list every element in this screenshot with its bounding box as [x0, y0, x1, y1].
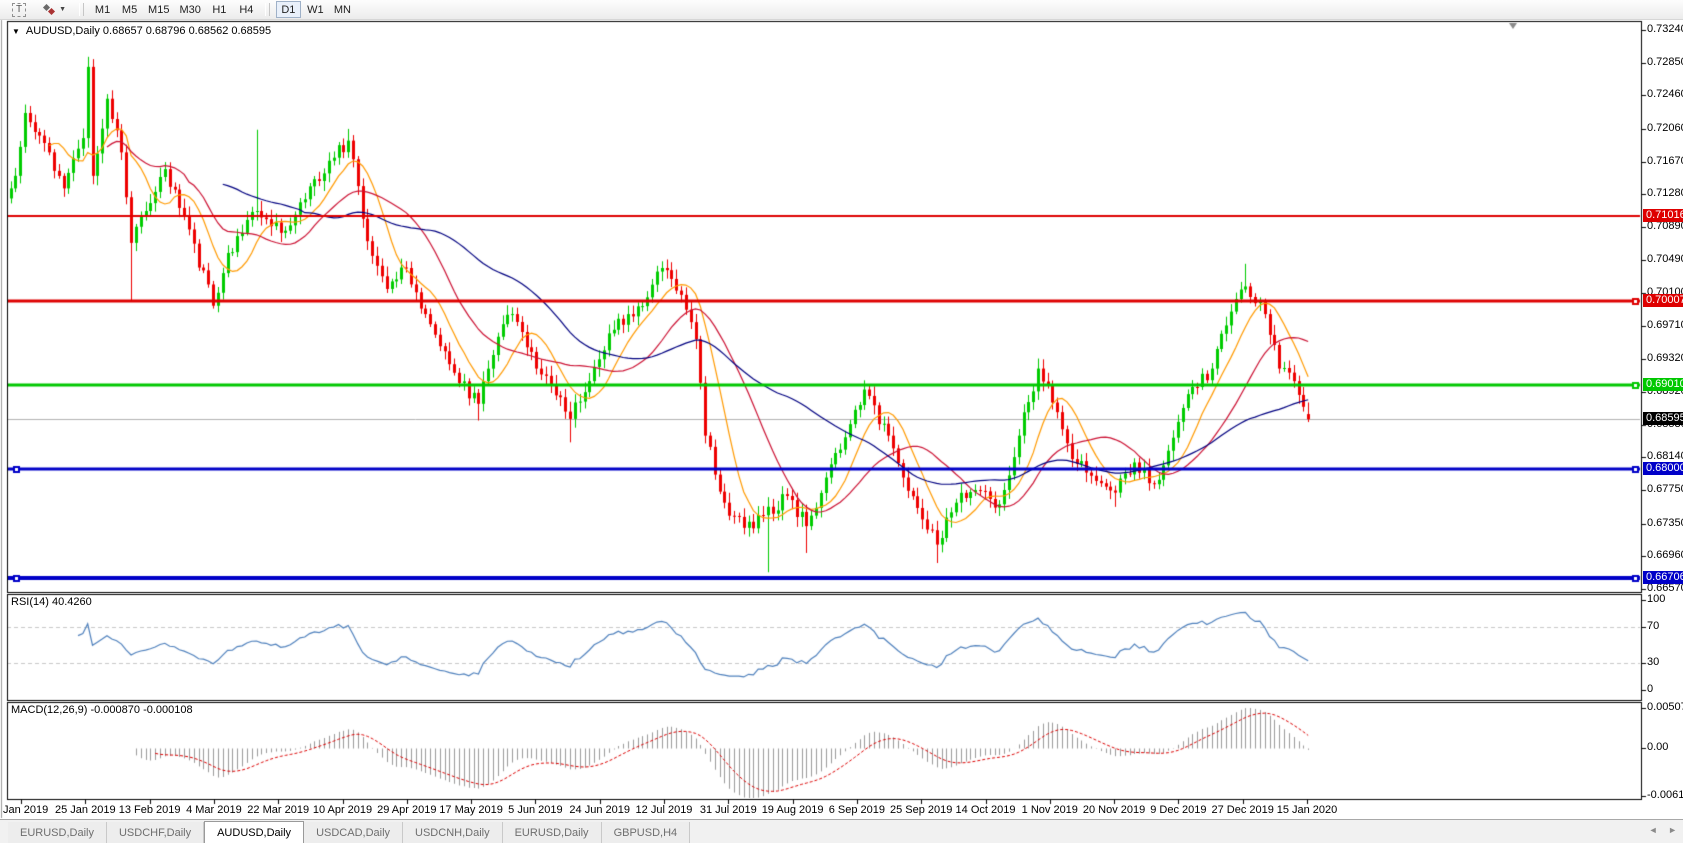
timeframe-button-W1[interactable]: W1 [303, 1, 328, 18]
shapes-icon [42, 4, 56, 16]
timeframe-button-MN[interactable]: MN [330, 1, 355, 18]
rsi-tick-label: 70 [1647, 620, 1659, 632]
chart-canvas[interactable] [0, 0, 1683, 843]
macd-tick-label: -0.006148 [1647, 789, 1683, 801]
price-tick-label: 0.72850 [1647, 56, 1683, 68]
chart-tab-eurusd-daily[interactable]: EURUSD,Daily [503, 822, 602, 843]
timeframe-button-M15[interactable]: M15 [144, 1, 173, 18]
timeframe-button-H1[interactable]: H1 [207, 1, 232, 18]
tab-scroll-left-button[interactable]: ◄ [1649, 825, 1658, 835]
timeframe-button-M1[interactable]: M1 [90, 1, 115, 18]
price-tick-label: 0.67350 [1647, 517, 1683, 529]
chart-tab-usdcad-daily[interactable]: USDCAD,Daily [304, 822, 403, 843]
price-tick-label: 0.71280 [1647, 187, 1683, 199]
text-tool-icon: T [12, 3, 26, 17]
price-tick-label: 0.69320 [1647, 352, 1683, 364]
hline-price-label: 0.68000 [1643, 462, 1683, 475]
tab-scroll-arrows: ◄ ► [1641, 825, 1677, 835]
chart-tab-gbpusd-h4[interactable]: GBPUSD,H4 [602, 822, 691, 843]
macd-tick-label: 0.005076 [1647, 701, 1683, 713]
chart-tab-audusd-daily[interactable]: AUDUSD,Daily [204, 821, 304, 843]
price-tick-label: 0.69710 [1647, 319, 1683, 331]
toolbar-separator [79, 3, 84, 16]
price-tick-label: 0.66960 [1647, 549, 1683, 561]
timeframe-button-H4[interactable]: H4 [234, 1, 259, 18]
chart-tab-bar: EURUSD,DailyUSDCHF,DailyAUDUSD,DailyUSDC… [0, 819, 1683, 843]
hline-price-label: 0.71016 [1643, 209, 1683, 222]
price-tick-label: 0.67750 [1647, 483, 1683, 495]
price-tick-label: 0.72460 [1647, 88, 1683, 100]
hline-price-label: 0.70007 [1643, 294, 1683, 307]
hline-price-label: 0.66706 [1643, 571, 1683, 584]
symbol-ohlc-text: AUDUSD,Daily 0.68657 0.68796 0.68562 0.6… [26, 25, 271, 37]
current-price-label: 0.68595 [1643, 412, 1683, 425]
macd-indicator-label: MACD(12,26,9) -0.000870 -0.000108 [11, 704, 193, 716]
price-tick-label: 0.71670 [1647, 155, 1683, 167]
date-tick-label: 15 Jan 2020 [1265, 804, 1349, 816]
rsi-indicator-label: RSI(14) 40.4260 [11, 596, 92, 608]
price-tick-label: 0.70490 [1647, 253, 1683, 265]
rsi-tick-label: 100 [1647, 593, 1665, 605]
price-tick-label: 0.72060 [1647, 122, 1683, 134]
mt4-window: T ▼ M1M5M15M30H1H4 D1W1MN ▼ AUDUSD,Daily … [0, 0, 1683, 843]
rsi-tick-label: 30 [1647, 656, 1659, 668]
collapse-arrow-icon: ▼ [12, 27, 20, 36]
price-tick-label: 0.68140 [1647, 450, 1683, 462]
hline-price-label: 0.69010 [1643, 378, 1683, 391]
chevron-down-icon: ▼ [59, 6, 66, 13]
toolbar-separator [265, 3, 270, 16]
chart-title: ▼ AUDUSD,Daily 0.68657 0.68796 0.68562 0… [12, 25, 271, 37]
toolbar: T ▼ M1M5M15M30H1H4 D1W1MN [0, 0, 1683, 20]
timeframe-toolbar: M1M5M15M30H1H4 D1W1MN [89, 1, 356, 18]
chart-tab-eurusd-daily[interactable]: EURUSD,Daily [8, 822, 107, 843]
price-tick-label: 0.73240 [1647, 23, 1683, 35]
chart-tab-usdcnh-daily[interactable]: USDCNH,Daily [403, 822, 503, 843]
macd-tick-label: 0.00 [1647, 741, 1668, 753]
tab-scroll-right-button[interactable]: ► [1668, 825, 1677, 835]
timeframe-button-D1[interactable]: D1 [276, 1, 301, 18]
timeframe-button-M5[interactable]: M5 [117, 1, 142, 18]
rsi-tick-label: 0 [1647, 683, 1653, 695]
shapes-dropdown-button[interactable]: ▼ [35, 1, 73, 18]
chart-tab-usdchf-daily[interactable]: USDCHF,Daily [107, 822, 204, 843]
text-label-tool-button[interactable]: T [5, 1, 33, 18]
timeframe-button-M30[interactable]: M30 [175, 1, 204, 18]
